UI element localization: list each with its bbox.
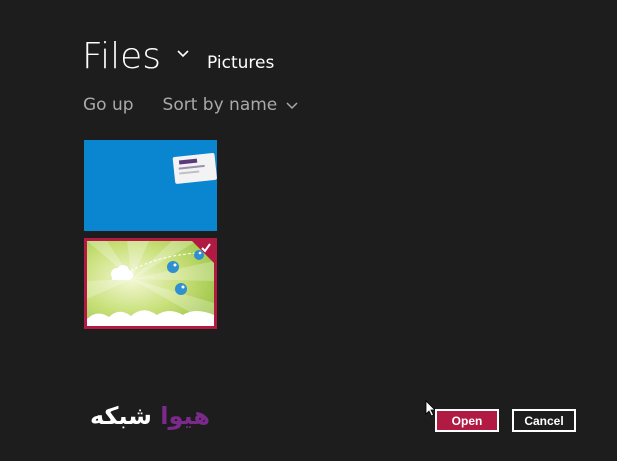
brand-word-2: شبکه bbox=[90, 402, 152, 430]
sort-dropdown[interactable]: Sort by name bbox=[163, 95, 300, 115]
page-title: Files bbox=[82, 36, 161, 77]
header: Files Pictures bbox=[82, 36, 274, 77]
open-button[interactable]: Open bbox=[435, 409, 499, 432]
brand-logo: هیوا شبکه bbox=[90, 402, 210, 430]
chevron-down-icon bbox=[286, 102, 298, 110]
brand-word-1: هیوا bbox=[160, 402, 210, 430]
go-up-button[interactable]: Go up bbox=[83, 95, 134, 115]
sort-label: Sort by name bbox=[162, 95, 278, 115]
chevron-down-icon[interactable] bbox=[175, 46, 191, 62]
file-thumbnail bbox=[84, 140, 217, 231]
file-tile-selected[interactable] bbox=[84, 238, 217, 329]
bird-1 bbox=[167, 261, 179, 273]
file-tile[interactable] bbox=[84, 140, 217, 231]
checkmark-icon bbox=[201, 243, 211, 253]
location-dropdown[interactable]: Pictures bbox=[207, 53, 274, 73]
bird-3 bbox=[175, 283, 187, 295]
cancel-button[interactable]: Cancel bbox=[512, 409, 576, 432]
toolbar: Go up Sort by name bbox=[83, 95, 299, 115]
